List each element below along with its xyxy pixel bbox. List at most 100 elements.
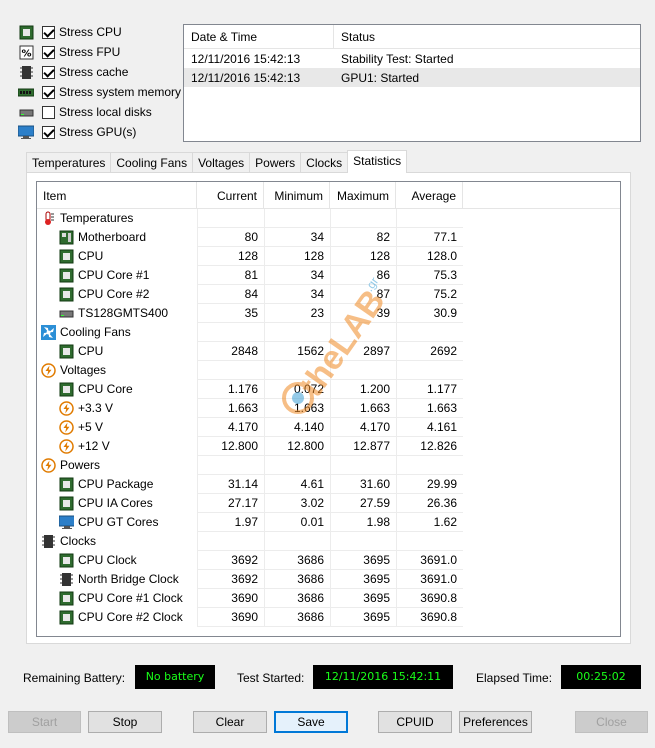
stress-fpu-label: Stress FPU: [59, 45, 121, 59]
maximum-value: 2897: [330, 342, 396, 361]
column-average[interactable]: Average: [396, 182, 463, 208]
tab-temperatures[interactable]: Temperatures: [26, 152, 112, 173]
log-status: Stability Test: Started: [341, 52, 454, 66]
sensor-name: CPU Core #1: [78, 268, 150, 282]
maximum-value: 3695: [330, 551, 396, 570]
current-value: 3692: [197, 570, 264, 589]
current-value: 1.97: [197, 513, 264, 532]
maximum-value: 86: [330, 266, 396, 285]
cpu-chip-icon: [59, 287, 74, 302]
stress-gpu-checkbox[interactable]: [42, 125, 55, 139]
table-row[interactable]: CPU Core 1.176 0.072 1.200 1.177: [37, 380, 620, 399]
battery-value: No battery: [135, 665, 215, 689]
table-row[interactable]: CPU Core #2 Clock 3690 3686 3695 3690.8: [37, 608, 620, 627]
stop-button[interactable]: Stop: [88, 711, 162, 733]
table-row[interactable]: Motherboard 80 34 82 77.1: [37, 228, 620, 247]
table-row[interactable]: CPU Core #1 81 34 86 75.3: [37, 266, 620, 285]
stress-memory-option[interactable]: Stress system memory: [18, 82, 183, 102]
average-value: 30.9: [396, 304, 463, 323]
stress-disks-checkbox[interactable]: [42, 105, 55, 119]
event-log-header: Date & Time Status: [184, 25, 640, 49]
sensor-name: +5 V: [78, 420, 104, 434]
average-value: 1.62: [396, 513, 463, 532]
tab-clocks[interactable]: Clocks: [300, 152, 349, 173]
log-column-status[interactable]: Status: [334, 25, 382, 48]
sensor-name: North Bridge Clock: [78, 572, 179, 586]
table-row[interactable]: CPU IA Cores 27.17 3.02 27.59 26.36: [37, 494, 620, 513]
sensor-name: CPU Package: [78, 477, 154, 491]
stress-cache-checkbox[interactable]: [42, 65, 55, 79]
table-row[interactable]: CPU 2848 1562 2897 2692: [37, 342, 620, 361]
group-row[interactable]: Voltages: [37, 361, 620, 380]
start-button[interactable]: Start: [8, 711, 81, 733]
stress-disks-option[interactable]: Stress local disks: [18, 102, 183, 122]
stress-cpu-option[interactable]: Stress CPU: [18, 22, 183, 42]
average-value: 1.663: [396, 399, 463, 418]
hard-disk-icon: [59, 306, 74, 321]
average-value: 4.161: [396, 418, 463, 437]
save-button[interactable]: Save: [274, 711, 348, 733]
memory-module-icon: [18, 84, 34, 100]
log-status: GPU1: Started: [341, 71, 420, 85]
group-row[interactable]: Powers: [37, 456, 620, 475]
table-row[interactable]: CPU Package 31.14 4.61 31.60 29.99: [37, 475, 620, 494]
sensor-name: +12 V: [78, 439, 110, 453]
status-bar: Remaining Battery: No battery Test Start…: [0, 665, 655, 689]
preferences-button[interactable]: Preferences: [459, 711, 532, 733]
sensor-name: TS128GMTS400: [78, 306, 169, 320]
column-current[interactable]: Current: [197, 182, 264, 208]
lightning-icon: [41, 363, 56, 378]
statistics-table[interactable]: Item Current Minimum Maximum Average Tem…: [36, 181, 621, 637]
table-row[interactable]: TS128GMTS400 35 23 39 30.9: [37, 304, 620, 323]
table-row[interactable]: North Bridge Clock 3692 3686 3695 3691.0: [37, 570, 620, 589]
clock-chip-icon: [59, 572, 74, 587]
table-row[interactable]: +5 V 4.170 4.140 4.170 4.161: [37, 418, 620, 437]
table-row[interactable]: +3.3 V 1.663 1.663 1.663 1.663: [37, 399, 620, 418]
stress-cpu-checkbox[interactable]: [42, 25, 55, 39]
table-row[interactable]: CPU GT Cores 1.97 0.01 1.98 1.62: [37, 513, 620, 532]
minimum-value: 3686: [264, 551, 330, 570]
table-row[interactable]: CPU Core #2 84 34 87 75.2: [37, 285, 620, 304]
tab-cooling-fans[interactable]: Cooling Fans: [110, 152, 194, 173]
stress-fpu-checkbox[interactable]: [42, 45, 55, 59]
tab-powers[interactable]: Powers: [249, 152, 302, 173]
current-value: 2848: [197, 342, 264, 361]
stress-options: Stress CPU % Stress FPU Stress cache Str…: [18, 22, 183, 142]
stress-cache-option[interactable]: Stress cache: [18, 62, 183, 82]
table-row[interactable]: CPU Clock 3692 3686 3695 3691.0: [37, 551, 620, 570]
group-row[interactable]: Temperatures: [37, 209, 620, 228]
current-value: 80: [197, 228, 264, 247]
log-column-datetime[interactable]: Date & Time: [184, 25, 334, 48]
maximum-value: 1.98: [330, 513, 396, 532]
table-row[interactable]: CPU 128 128 128 128.0: [37, 247, 620, 266]
log-row[interactable]: 12/11/2016 15:42:13 Stability Test: Star…: [184, 49, 640, 68]
close-button[interactable]: Close: [575, 711, 648, 733]
clear-button[interactable]: Clear: [193, 711, 267, 733]
stress-fpu-option[interactable]: % Stress FPU: [18, 42, 183, 62]
sensor-name: CPU: [78, 344, 104, 358]
minimum-value: 4.61: [264, 475, 330, 494]
motherboard-icon: [59, 230, 74, 245]
cpu-chip-icon: [59, 591, 74, 606]
table-row[interactable]: +12 V 12.800 12.800 12.877 12.826: [37, 437, 620, 456]
stress-memory-checkbox[interactable]: [42, 85, 55, 99]
group-row[interactable]: Clocks: [37, 532, 620, 551]
column-maximum[interactable]: Maximum: [330, 182, 396, 208]
table-row[interactable]: CPU Core #1 Clock 3690 3686 3695 3690.8: [37, 589, 620, 608]
column-minimum[interactable]: Minimum: [264, 182, 330, 208]
tab-voltages[interactable]: Voltages: [192, 152, 251, 173]
group-row[interactable]: Cooling Fans: [37, 323, 620, 342]
current-value: 3690: [197, 589, 264, 608]
stress-gpu-option[interactable]: Stress GPU(s): [18, 122, 183, 142]
log-row[interactable]: 12/11/2016 15:42:13 GPU1: Started: [184, 68, 640, 87]
cpuid-button[interactable]: CPUID: [378, 711, 452, 733]
average-value: 77.1: [396, 228, 463, 247]
average-value: 75.2: [396, 285, 463, 304]
event-log[interactable]: Date & Time Status 12/11/2016 15:42:13 S…: [183, 24, 641, 142]
column-item[interactable]: Item: [37, 182, 197, 208]
tab-statistics[interactable]: Statistics: [347, 150, 408, 173]
average-value: 2692: [396, 342, 463, 361]
current-value: 1.176: [197, 380, 264, 399]
clock-chip-icon: [41, 534, 56, 549]
monitor-gpu-icon: [18, 124, 34, 140]
